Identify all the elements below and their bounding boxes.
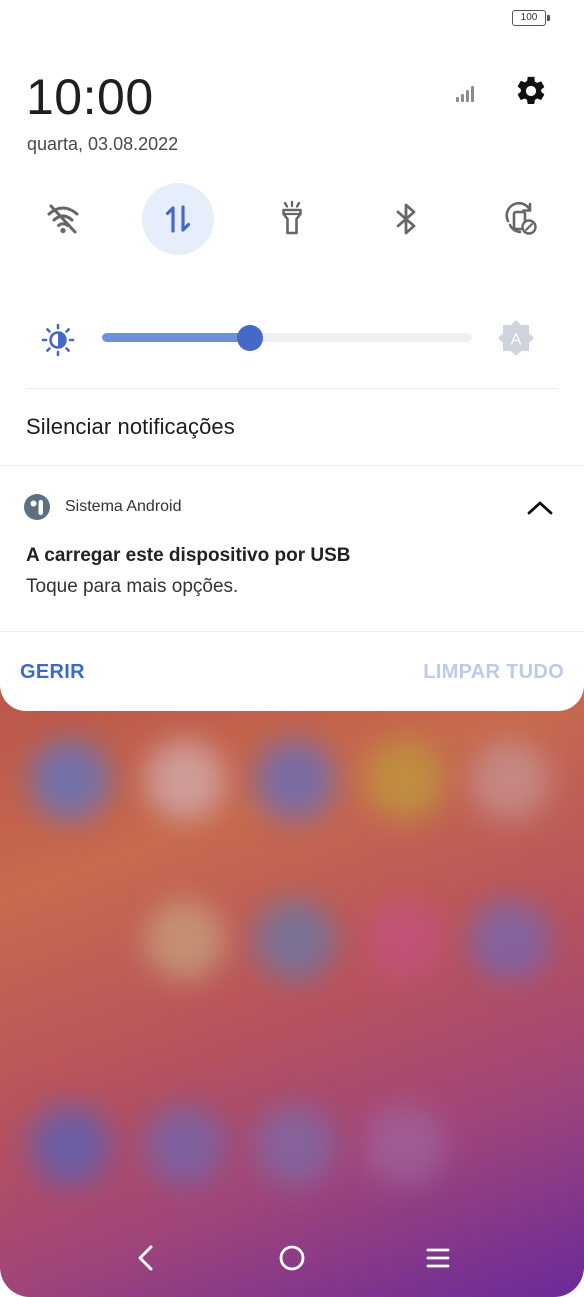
- recents-icon: [426, 1248, 450, 1268]
- toggle-auto-rotate[interactable]: [484, 183, 556, 255]
- manage-button[interactable]: GERIR: [20, 661, 85, 684]
- recents-button[interactable]: [408, 1228, 468, 1288]
- back-icon: [138, 1245, 153, 1271]
- silence-notifications-label[interactable]: Silenciar notificações: [26, 414, 235, 440]
- flashlight-icon: [282, 200, 302, 235]
- bluetooth-icon: [396, 203, 416, 235]
- home-icon: [279, 1245, 305, 1271]
- notification-app-name: Sistema Android: [65, 498, 182, 515]
- toggle-flashlight[interactable]: [256, 183, 328, 255]
- divider: [26, 388, 558, 389]
- back-button[interactable]: [117, 1228, 177, 1288]
- brightness-slider-fill: [102, 333, 250, 342]
- signal-strength-icon: [456, 86, 476, 102]
- divider: [0, 465, 584, 466]
- brightness-control: A: [40, 318, 540, 358]
- notification-text: Toque para mais opções.: [26, 576, 239, 597]
- brightness-slider-thumb[interactable]: [237, 325, 263, 351]
- quick-settings-panel: 100 10:00 quarta, 03.08.2022 A Silenciar…: [0, 0, 584, 711]
- battery-icon: 100: [512, 10, 550, 26]
- home-button[interactable]: [262, 1228, 322, 1288]
- clear-all-button[interactable]: LIMPAR TUDO: [423, 661, 564, 684]
- brightness-slider-track[interactable]: [102, 333, 472, 342]
- wifi-off-icon: [47, 204, 79, 234]
- rotation-lock-icon: [505, 201, 537, 235]
- brightness-icon: [41, 323, 75, 357]
- navigation-bar: [0, 1228, 584, 1288]
- svg-text:A: A: [511, 332, 522, 349]
- mobile-data-arrows-icon: [165, 205, 191, 233]
- toggle-mobile-data[interactable]: [142, 183, 214, 255]
- chevron-up-icon[interactable]: [524, 492, 556, 524]
- notification-title: A carregar este dispositivo por USB: [26, 545, 351, 566]
- toggle-wifi[interactable]: [27, 183, 99, 255]
- gear-icon[interactable]: [514, 74, 548, 108]
- auto-brightness-icon[interactable]: A: [496, 318, 536, 358]
- android-system-icon: [24, 494, 50, 520]
- toggle-bluetooth[interactable]: [370, 183, 442, 255]
- quick-toggles-row: [27, 183, 557, 255]
- battery-level: 100: [520, 12, 538, 23]
- blurred-wallpaper: [0, 640, 584, 1297]
- date[interactable]: quarta, 03.08.2022: [27, 134, 178, 155]
- divider: [0, 631, 584, 632]
- clock[interactable]: 10:00: [26, 68, 154, 126]
